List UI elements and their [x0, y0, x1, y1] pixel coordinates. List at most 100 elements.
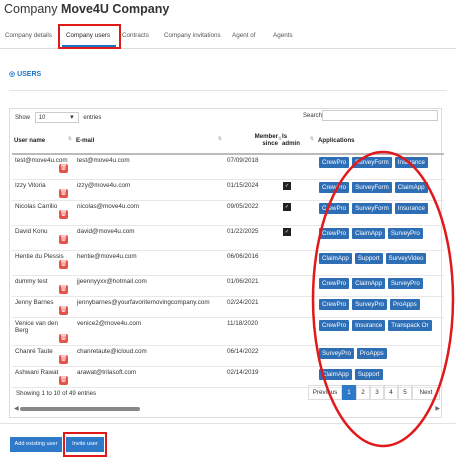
- member-since: 07/09/2018: [227, 157, 259, 164]
- cell-member-since: 01/15/2024: [224, 179, 280, 201]
- cell-email: jjeennyyxx@hotmail.com: [74, 275, 224, 297]
- user-email: test@move4u.com: [77, 157, 130, 164]
- scrollbar-thumb[interactable]: [20, 407, 140, 411]
- cell-email: chanretaute@icloud.com: [74, 345, 224, 367]
- add-existing-user-button[interactable]: Add existing user: [10, 437, 62, 452]
- users-section-heading: ◎ USERS: [9, 70, 41, 78]
- admin-checkbox[interactable]: ✓: [283, 228, 291, 236]
- user-name: David Konu: [15, 228, 48, 235]
- col-user-name-label: User name: [14, 136, 46, 144]
- cell-email: hentie@move4u.com: [74, 250, 224, 276]
- scroll-left-icon[interactable]: ◀: [14, 405, 19, 412]
- tab-company-invitations[interactable]: Company invitations: [164, 32, 221, 39]
- tab-agent-of[interactable]: Agent of: [232, 32, 255, 39]
- user-email: izzy@move4u.com: [77, 182, 131, 189]
- table-info: Showing 1 to 10 of 49 entries: [16, 390, 97, 397]
- delete-user-icon[interactable]: 🗑: [59, 334, 68, 343]
- cell-user-name: Nicolas Carrilio 🗑: [12, 200, 74, 226]
- cell-email: jennybarnes@yourfavoritemovingcompany.co…: [74, 296, 224, 318]
- user-name: dummy test: [15, 278, 48, 285]
- user-name: Ashwani Rawat: [15, 369, 59, 376]
- cell-member-since: 06/14/2022: [224, 345, 280, 367]
- user-name: Izzy Vitoria: [15, 182, 46, 189]
- cell-user-name: Izzy Vitoria 🗑: [12, 179, 74, 201]
- sort-icon: ⇅: [67, 136, 72, 142]
- member-since: 01/15/2024: [227, 182, 259, 189]
- annotation-oval: [311, 150, 455, 448]
- user-name: Nicolas Carrilio: [15, 203, 58, 210]
- admin-checkbox[interactable]: ✓: [283, 203, 291, 211]
- delete-user-icon[interactable]: 🗑: [59, 355, 68, 364]
- cell-user-name: Jenny Barnes 🗑: [12, 296, 74, 318]
- admin-checkbox[interactable]: ✓: [283, 182, 291, 190]
- tab-company-details[interactable]: Company details: [5, 32, 52, 39]
- cell-email: test@move4u.com: [74, 154, 224, 180]
- user-name: Venice van den Berg: [15, 320, 59, 334]
- cell-user-name: David Konu 🗑: [12, 225, 74, 251]
- company-name: Move4U Company: [60, 2, 170, 16]
- cell-user-name: Chanré Taute 🗑: [12, 345, 74, 367]
- sort-icon: ⇅: [309, 136, 314, 142]
- cell-user-name: dummy test 🗑: [12, 275, 74, 297]
- delete-user-icon[interactable]: 🗑: [59, 164, 68, 173]
- member-since: 09/05/2022: [227, 203, 259, 210]
- user-email: venice2@move4u.com: [77, 320, 142, 327]
- col-applications-label: Applications: [318, 136, 355, 144]
- users-title: USERS: [17, 71, 42, 78]
- col-user-name[interactable]: User name ⇅: [12, 127, 74, 155]
- user-email: david@move4u.com: [77, 228, 135, 235]
- entries-length-control: Show 10 ▾ entries: [15, 112, 101, 123]
- user-name: Hentie du Plessis: [15, 253, 64, 260]
- user-name: test@move4u.com: [15, 157, 68, 164]
- cell-user-name: Hentie du Plessis 🗑: [12, 250, 74, 276]
- cell-email: venice2@move4u.com: [74, 317, 224, 346]
- user-email: arawat@trilasoft.com: [77, 369, 137, 376]
- delete-user-icon[interactable]: 🗑: [59, 285, 68, 294]
- user-email: jjeennyyxx@hotmail.com: [77, 278, 147, 285]
- annotation-oval-shape: [311, 150, 455, 448]
- col-is-admin-label: Is admin: [282, 133, 300, 147]
- col-email-label: E-mail: [76, 136, 95, 144]
- search-input[interactable]: [322, 110, 438, 121]
- delete-user-icon[interactable]: 🗑: [59, 235, 68, 244]
- member-since: 11/18/2020: [227, 320, 259, 327]
- member-since: 01/22/2025: [227, 228, 259, 235]
- delete-user-icon[interactable]: 🗑: [59, 260, 68, 269]
- user-name: Jenny Barnes: [15, 299, 54, 306]
- page-title-prefix: Company: [4, 2, 58, 16]
- cell-member-since: 11/18/2020: [224, 317, 280, 346]
- user-email: hentie@move4u.com: [77, 253, 137, 260]
- cell-email: david@move4u.com: [74, 225, 224, 251]
- delete-user-icon[interactable]: 🗑: [59, 189, 68, 198]
- tab-agents[interactable]: Agents: [273, 32, 293, 39]
- user-email: chanretaute@icloud.com: [77, 348, 147, 355]
- cell-user-name: test@move4u.com 🗑: [12, 154, 74, 180]
- member-since: 01/06/2021: [227, 278, 259, 285]
- tab-contracts[interactable]: Contracts: [122, 32, 149, 39]
- cell-member-since: 01/06/2021: [224, 275, 280, 297]
- delete-user-icon[interactable]: 🗑: [59, 210, 68, 219]
- cell-email: izzy@move4u.com: [74, 179, 224, 201]
- cell-member-since: 06/06/2016: [224, 250, 280, 276]
- cell-email: nicolas@move4u.com: [74, 200, 224, 226]
- cell-user-name: Ashwani Rawat 🗑: [12, 366, 74, 388]
- cell-member-since: 02/14/2019: [224, 366, 280, 388]
- delete-user-icon[interactable]: 🗑: [59, 306, 68, 315]
- member-since: 06/14/2022: [227, 348, 259, 355]
- annotation-box-invite: [63, 432, 107, 457]
- cell-member-since: 07/09/2018: [224, 154, 280, 180]
- section-divider: [9, 90, 447, 91]
- user-email: nicolas@move4u.com: [77, 203, 140, 210]
- cell-user-name: Venice van den Berg 🗑: [12, 317, 74, 346]
- col-member-since[interactable]: Member since ⇅: [224, 127, 282, 155]
- chevron-down-icon: ▾: [70, 114, 74, 121]
- entries-select[interactable]: 10 ▾: [34, 112, 79, 123]
- cell-member-since: 01/22/2025: [224, 225, 280, 251]
- member-since: 06/06/2016: [227, 253, 259, 260]
- cell-member-since: 09/05/2022: [224, 200, 280, 226]
- col-email[interactable]: E-mail ⇅: [74, 127, 224, 155]
- user-name: Chanré Taute: [15, 348, 53, 355]
- cell-member-since: 02/24/2021: [224, 296, 280, 318]
- sort-icon: ⇅: [217, 136, 222, 142]
- delete-user-icon[interactable]: 🗑: [59, 376, 68, 385]
